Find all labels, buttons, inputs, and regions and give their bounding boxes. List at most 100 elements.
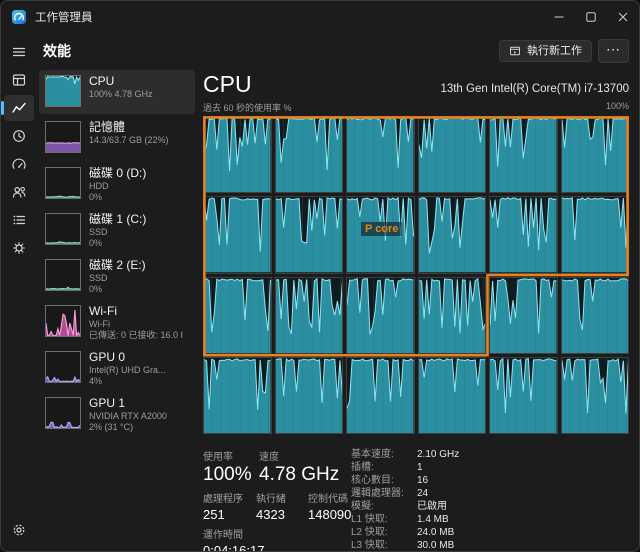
maximize-icon <box>586 12 596 22</box>
nav-rail <box>1 33 37 551</box>
cpu-core-graph-18 <box>203 357 272 434</box>
close-button[interactable] <box>607 1 639 33</box>
sidebar-item--[interactable]: 記憶體14.3/63.7 GB (22%) <box>39 116 195 160</box>
cpu-core-graph-1 <box>275 116 344 193</box>
cpu-core-graph-3 <box>418 116 487 193</box>
task-manager-app-icon <box>11 9 27 25</box>
cpu-core-graph-4 <box>489 116 558 193</box>
cpu-core-graph-20 <box>346 357 415 434</box>
cpu-core-graph-10 <box>489 196 558 273</box>
cpu-core-graph-13 <box>275 277 344 354</box>
detail-label: L3 快取: <box>351 541 417 552</box>
sidebar-item-title: GPU 0 <box>89 351 166 365</box>
performance-icon <box>11 100 27 116</box>
window-title: 工作管理員 <box>35 9 93 25</box>
detail-label: L1 快取: <box>351 515 417 526</box>
sidebar-item-title: CPU <box>89 75 153 89</box>
sidebar-item-title: 磁碟 2 (E:) <box>89 259 146 273</box>
cpu-core-graph-17 <box>561 277 630 354</box>
nav-processes[interactable] <box>4 67 34 93</box>
services-icon <box>11 240 27 256</box>
graph-max-label: 100% <box>606 101 629 114</box>
sidebar-item-gpu-1[interactable]: GPU 1NVIDIA RTX A20002% (31 °C) <box>39 392 195 436</box>
hamburger-icon <box>11 44 27 60</box>
cpu-core-graph-6 <box>203 196 272 273</box>
page-title: 效能 <box>43 41 71 61</box>
sidebar-item-title: 磁碟 0 (D:) <box>89 167 146 181</box>
maximize-button[interactable] <box>575 1 607 33</box>
cpu-core-graph-16 <box>489 277 558 354</box>
gear-icon <box>11 522 27 538</box>
detail-value: 24.0 MB <box>417 528 459 539</box>
nav-details[interactable] <box>4 207 34 233</box>
core-graph-grid: P core <box>203 116 629 434</box>
cpu-core-graph-8 <box>346 196 415 273</box>
nav-app-history[interactable] <box>4 123 34 149</box>
users-icon <box>11 184 27 200</box>
nav-settings[interactable] <box>4 517 34 543</box>
sidebar-item-subtext: SSD <box>89 273 146 285</box>
performance-sidebar: CPU100% 4.78 GHz記憶體14.3/63.7 GB (22%)磁碟 … <box>37 69 197 551</box>
cpu-core-graph-19 <box>275 357 344 434</box>
run-new-task-icon <box>509 45 521 57</box>
cpu-core-graph-2 <box>346 116 415 193</box>
sidebar-item-title: 磁碟 1 (C:) <box>89 213 146 227</box>
run-new-task-button[interactable]: 執行新工作 <box>499 40 592 62</box>
page-header: 效能 執行新工作 ⋯ <box>37 33 639 69</box>
detail-label: 基本速度: <box>351 450 417 461</box>
stat-processes: 處理程序 251 <box>203 490 243 522</box>
processes-icon <box>11 72 27 88</box>
ellipsis-icon: ⋯ <box>606 42 621 56</box>
gpu-thumbnail-graph <box>45 397 81 429</box>
sidebar-item--1-c-[interactable]: 磁碟 1 (C:)SSD0% <box>39 208 195 252</box>
cpu-core-graph-7 <box>275 196 344 273</box>
sidebar-item-subtext: 0% <box>89 284 146 296</box>
details-icon <box>11 212 27 228</box>
detail-label: 核心數目: <box>351 476 417 487</box>
close-icon <box>618 12 628 22</box>
detail-value: 已啟用 <box>417 502 459 513</box>
wifi-thumbnail-graph <box>45 305 81 337</box>
detail-label: L2 快取: <box>351 528 417 539</box>
sidebar-item-subtext: 0% <box>89 192 146 204</box>
menu-button[interactable] <box>4 39 34 65</box>
sidebar-item-subtext: 0% <box>89 238 146 250</box>
nav-startup-apps[interactable] <box>4 151 34 177</box>
detail-value: 16 <box>417 476 459 487</box>
sidebar-item-gpu-0[interactable]: GPU 0Intel(R) UHD Gra...4% <box>39 346 195 390</box>
sidebar-item--0-d-[interactable]: 磁碟 0 (D:)HDD0% <box>39 162 195 206</box>
graph-time-label: 過去 60 秒的使用率 % <box>203 101 292 114</box>
cpu-model-name: 13th Gen Intel(R) Core(TM) i7-13700 <box>440 83 629 95</box>
cpu-core-graph-15 <box>418 277 487 354</box>
detail-value: 30.0 MB <box>417 541 459 552</box>
cpu-core-graph-22 <box>489 357 558 434</box>
more-options-button[interactable]: ⋯ <box>598 39 629 63</box>
sidebar-item-subtext: 已傳送: 0 已接收: 16.0 I <box>89 330 183 342</box>
cpu-core-graph-14 <box>346 277 415 354</box>
sidebar-item-subtext: 14.3/63.7 GB (22%) <box>89 135 169 147</box>
sidebar-item-subtext: HDD <box>89 181 146 193</box>
cpu-core-graph-21 <box>418 357 487 434</box>
sidebar-item-subtext: 100% 4.78 GHz <box>89 89 153 101</box>
disk-thumbnail-graph <box>45 259 81 291</box>
nav-performance[interactable] <box>4 95 34 121</box>
nav-users[interactable] <box>4 179 34 205</box>
disk-thumbnail-graph <box>45 213 81 245</box>
cpu-core-graph-11 <box>561 196 630 273</box>
minimize-button[interactable] <box>543 1 575 33</box>
gpu-thumbnail-graph <box>45 351 81 383</box>
sidebar-item-wi-fi[interactable]: Wi-FiWi-Fi已傳送: 0 已接收: 16.0 I <box>39 300 195 344</box>
sidebar-item-cpu[interactable]: CPU100% 4.78 GHz <box>39 70 195 114</box>
sidebar-item-subtext: Intel(R) UHD Gra... <box>89 365 166 377</box>
memory-thumbnail-graph <box>45 121 81 153</box>
nav-services[interactable] <box>4 235 34 261</box>
detail-value: 2.10 GHz <box>417 450 459 461</box>
cpu-spec-details: 基本速度:2.10 GHz插槽:1核心數目:16邏輯處理器:24模擬:已啟用L1… <box>351 450 459 552</box>
sidebar-item-subtext: NVIDIA RTX A2000 <box>89 411 167 423</box>
detail-label: 插槽: <box>351 463 417 474</box>
detail-value: 1 <box>417 463 459 474</box>
cpu-thumbnail-graph <box>45 75 81 107</box>
sidebar-item-subtext: Wi-Fi <box>89 319 183 331</box>
app-history-icon <box>11 128 27 144</box>
sidebar-item--2-e-[interactable]: 磁碟 2 (E:)SSD0% <box>39 254 195 298</box>
